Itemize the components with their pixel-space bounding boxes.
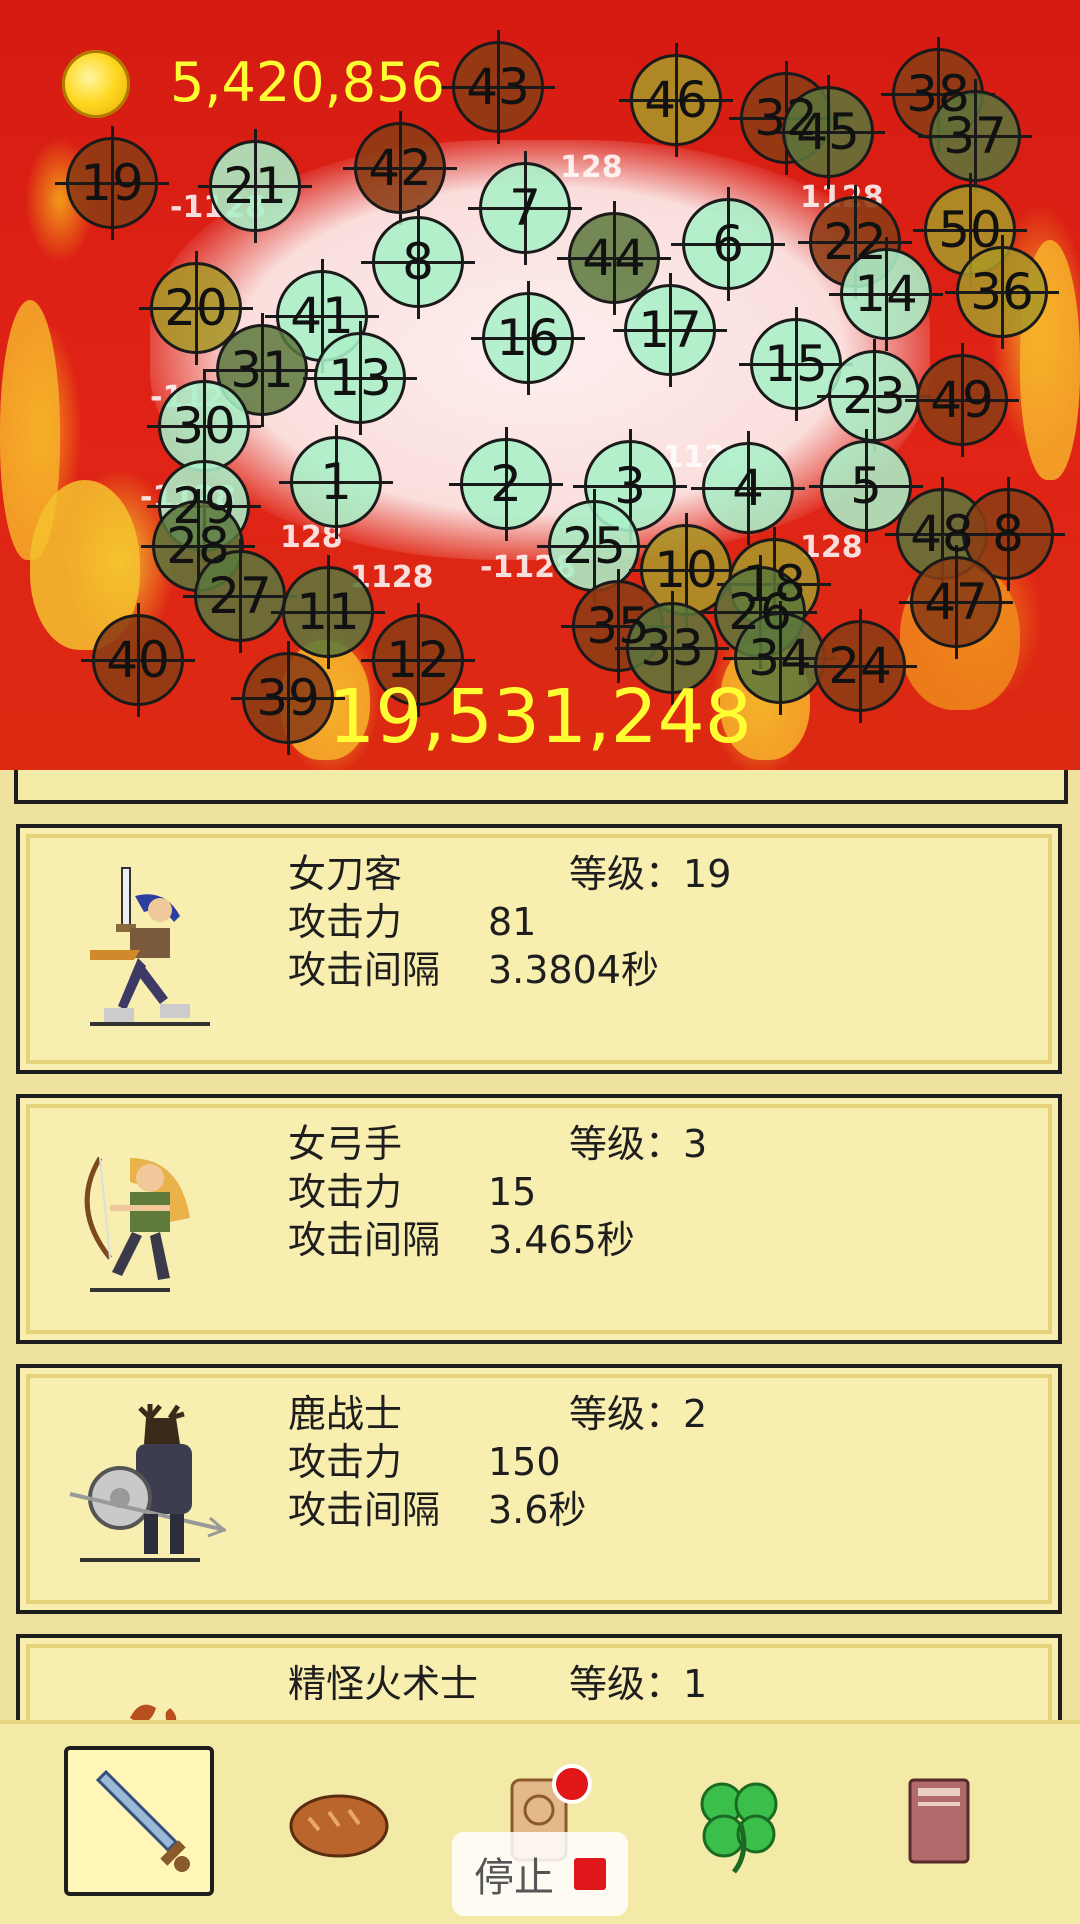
target-marker[interactable]: 2 (449, 427, 563, 541)
level-value: ：2 (645, 1392, 708, 1436)
target-marker[interactable]: 1 (279, 425, 393, 539)
level-value: ：19 (645, 852, 732, 896)
target-marker[interactable]: 8 (361, 205, 475, 319)
hero-name: 女刀客 (288, 852, 403, 896)
target-marker[interactable]: 42 (343, 111, 457, 225)
target-marker[interactable]: 11 (271, 555, 385, 669)
bread-icon (289, 1794, 389, 1858)
hero-card[interactable]: 鹿战士 等级 ：2 攻击力 150 攻击间隔 3.6秒 (16, 1364, 1062, 1614)
target-marker[interactable]: 7 (468, 151, 582, 265)
stop-button[interactable]: 停止 (452, 1832, 628, 1916)
tab-heroes[interactable] (64, 1746, 214, 1896)
interval-label: 攻击间隔 (288, 948, 441, 992)
stop-icon (574, 1858, 606, 1890)
book-icon (908, 1778, 970, 1864)
target-marker[interactable]: 16 (471, 281, 585, 395)
level-value: ：3 (645, 1122, 708, 1166)
notification-dot (552, 1764, 592, 1804)
target-marker[interactable]: 19 (55, 126, 169, 240)
swordswoman-icon (90, 867, 210, 1026)
level-label: 等级 (569, 1662, 646, 1706)
level-label: 等级 (569, 852, 646, 896)
target-marker[interactable]: 4 (691, 431, 805, 545)
battle-arena[interactable]: -1128 128 -1128 1128 -1128 128 1128 -112… (0, 0, 1080, 770)
level-value: ：1 (645, 1662, 708, 1706)
hero-name: 女弓手 (288, 1122, 403, 1166)
hero-list[interactable]: 女刀客 等级 ：19 攻击力 81 攻击间隔 3.3804秒 女弓手 等级 ：3 攻击力 15… (0, 770, 1080, 1720)
tab-luck[interactable] (664, 1746, 814, 1896)
tab-food[interactable] (264, 1746, 414, 1896)
fire-mage-icon (130, 1704, 177, 1720)
target-marker[interactable]: 47 (899, 545, 1013, 659)
archer-icon (84, 1156, 190, 1292)
gold-coin-icon (62, 50, 130, 118)
hero-card[interactable]: 精怪火术士 等级 ：1 (16, 1634, 1062, 1720)
attack-value: 81 (488, 900, 537, 944)
attack-value: 15 (488, 1170, 537, 1214)
level-label: 等级 (569, 1392, 646, 1436)
interval-value: 3.3804秒 (488, 948, 659, 992)
attack-label: 攻击力 (288, 900, 403, 944)
hero-name: 精怪火术士 (288, 1662, 479, 1706)
sword-icon (95, 1770, 190, 1872)
interval-label: 攻击间隔 (288, 1488, 441, 1532)
target-marker[interactable]: 23 (817, 339, 931, 453)
gold-amount: 5,420,856 (170, 51, 445, 114)
target-marker[interactable]: 17 (613, 273, 727, 387)
target-marker[interactable]: 49 (905, 343, 1019, 457)
hero-name: 鹿战士 (288, 1392, 403, 1436)
list-top-edge (14, 770, 1068, 804)
target-marker[interactable]: 36 (945, 235, 1059, 349)
deer-warrior-icon (69, 1404, 227, 1562)
attack-value: 150 (488, 1440, 561, 1484)
target-marker[interactable]: 46 (619, 43, 733, 157)
hero-card[interactable]: 女弓手 等级 ：3 攻击力 15 攻击间隔 3.465秒 (16, 1094, 1062, 1344)
interval-value: 3.6秒 (488, 1488, 587, 1532)
target-marker[interactable]: 6 (671, 187, 785, 301)
target-marker[interactable]: 13 (303, 321, 417, 435)
interval-value: 3.465秒 (488, 1218, 635, 1262)
attack-label: 攻击力 (288, 1170, 403, 1214)
level-label: 等级 (569, 1122, 646, 1166)
hero-card[interactable]: 女刀客 等级 ：19 攻击力 81 攻击间隔 3.3804秒 (16, 824, 1062, 1074)
tab-codex[interactable] (864, 1746, 1014, 1896)
clover-icon (700, 1782, 778, 1874)
damage-popup: 128 (560, 150, 623, 185)
attack-label: 攻击力 (288, 1440, 403, 1484)
target-marker[interactable]: 21 (198, 129, 312, 243)
target-marker[interactable]: 43 (441, 30, 555, 144)
interval-label: 攻击间隔 (288, 1218, 441, 1262)
stop-label: 停止 (474, 1855, 554, 1901)
